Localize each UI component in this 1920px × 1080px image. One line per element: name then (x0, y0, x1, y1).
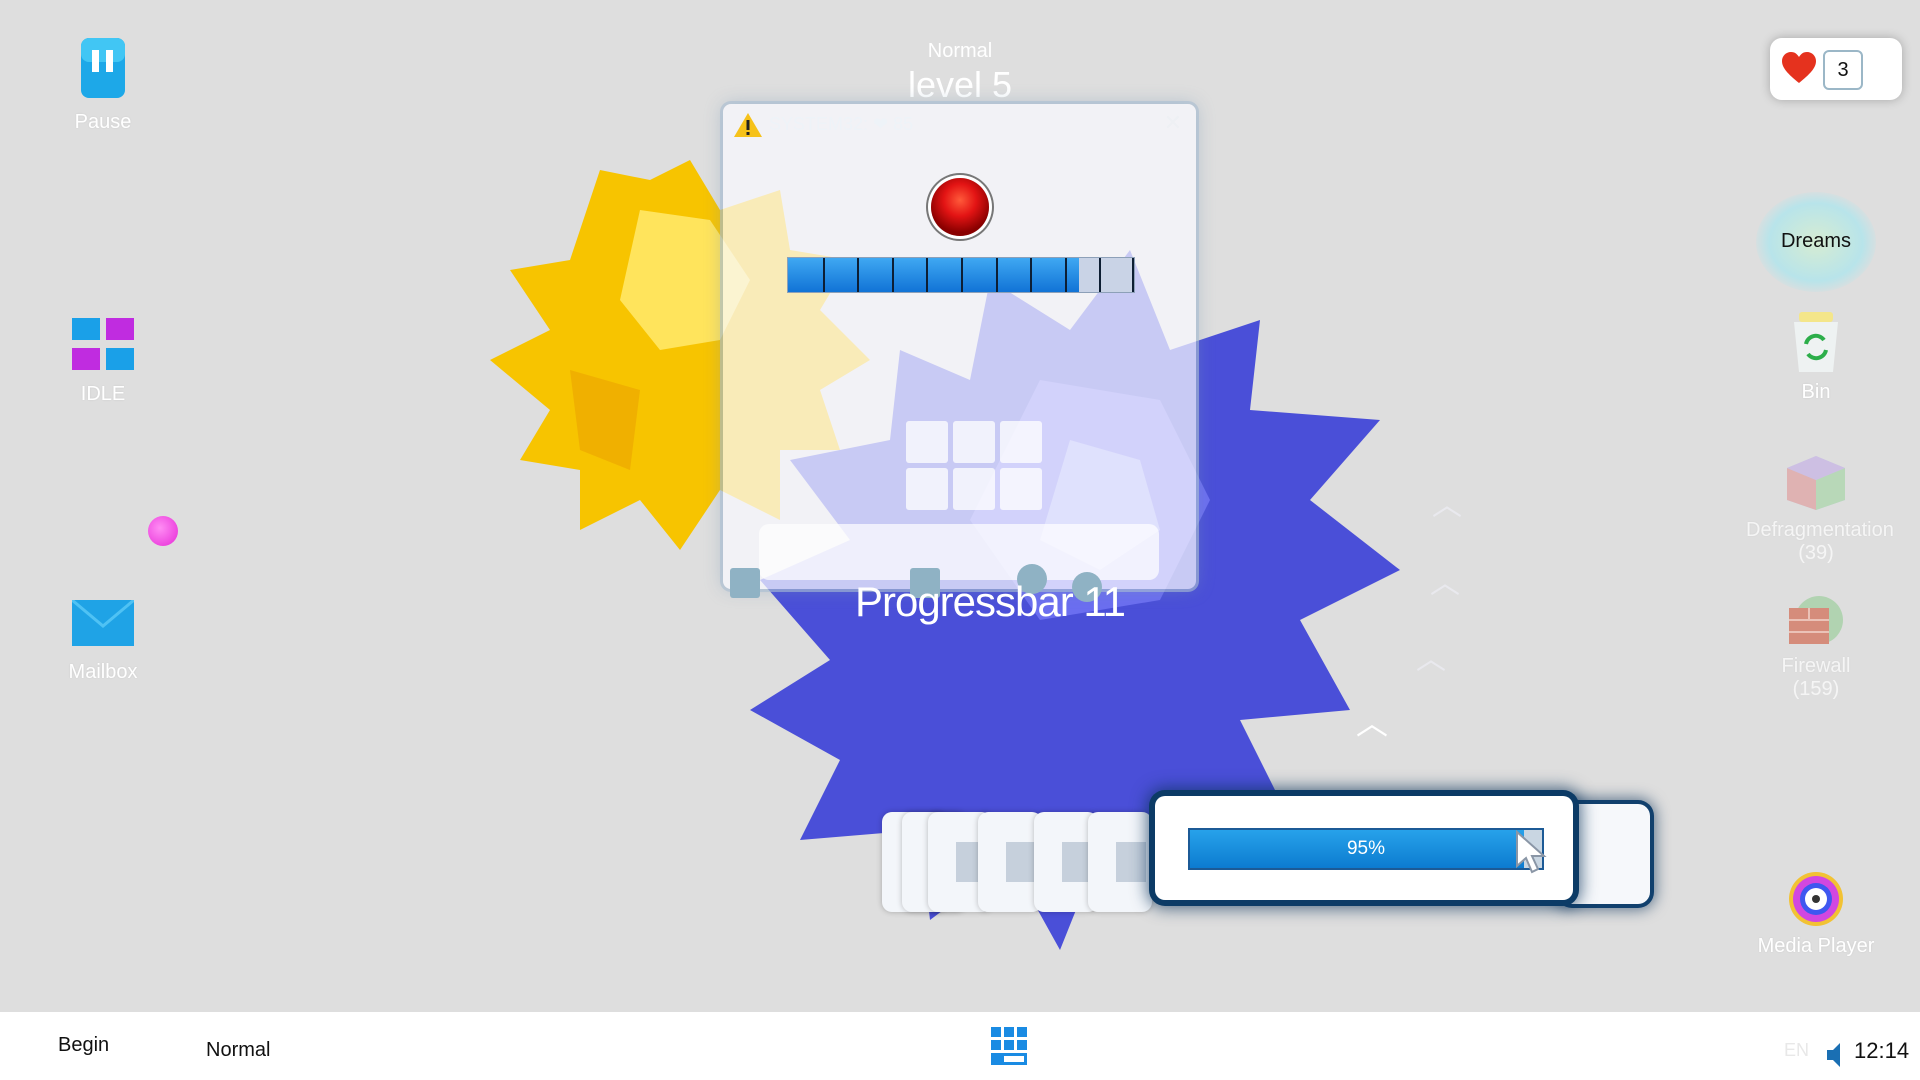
chevron-up-icon: ︿ (1416, 643, 1446, 676)
defragmentation-icon (1787, 456, 1845, 510)
progress-segment-divider (822, 258, 825, 292)
card-inner (1116, 842, 1146, 882)
window-bottom-panel (759, 524, 1159, 580)
pause-label: Pause (74, 111, 132, 133)
red-orb-icon[interactable] (931, 178, 989, 236)
bin-icon (1794, 312, 1838, 372)
chevron-up-icon: ︿ (1356, 705, 1389, 741)
mailbox-label: Mailbox (68, 661, 138, 683)
grid-cell (1000, 468, 1042, 510)
lives-counter: 3 (1770, 38, 1902, 100)
desktop-icon-media-player[interactable]: Media Player (1746, 870, 1886, 958)
desktop-icon-defragmentation[interactable]: Defragmentation (39) (1746, 454, 1894, 565)
desktop-icon-mailbox[interactable]: Mailbox (33, 598, 173, 684)
firewall-icon (1789, 596, 1843, 644)
pause-11-icon (81, 38, 125, 98)
progress-segment-divider (1099, 258, 1102, 292)
progress-segment-divider (891, 258, 894, 292)
mailbox-icon (71, 598, 135, 646)
heart-icon (1782, 52, 1816, 83)
grid-cell (1000, 421, 1042, 463)
system32-progress-bar (787, 257, 1135, 293)
language-indicator[interactable]: EN (1784, 1040, 1809, 1061)
card-stack-right (1560, 804, 1650, 904)
difficulty-label: Normal (927, 40, 993, 62)
speaker-icon[interactable] (1826, 1042, 1848, 1068)
close-button[interactable]: ✕ (1164, 110, 1182, 136)
defragmentation-count: (39) (1798, 542, 1834, 564)
system32-window[interactable]: SYSTEM32: ❤ 85 ✕ (723, 104, 1196, 589)
media-player-label: Media Player (1757, 935, 1875, 957)
bin-label: Bin (1801, 381, 1831, 403)
dreams-label: Dreams (1780, 230, 1851, 252)
progress-segment-divider (926, 258, 929, 292)
game-title: Progressbar 11 (854, 578, 1126, 625)
mouse-cursor-icon (1516, 830, 1547, 874)
level-title: level 5 (907, 64, 1013, 105)
desktop-icon-idle[interactable]: IDLE (33, 314, 173, 406)
progress-segment-divider (961, 258, 963, 292)
progress-segment-divider (1132, 258, 1134, 292)
progress-segment-divider (857, 258, 860, 292)
defragmentation-label: Defragmentation (1746, 519, 1894, 541)
idle-monitors-icon (72, 318, 134, 370)
desktop-icon-bin[interactable]: Bin (1746, 312, 1886, 404)
card-inner (1006, 842, 1036, 882)
begin-button[interactable]: Begin (58, 1034, 109, 1057)
desktop-icon-firewall[interactable]: Firewall (159) (1746, 594, 1886, 701)
progress-segment-divider (1030, 258, 1033, 292)
desktop-icon-pause[interactable]: Pause (33, 36, 173, 134)
drag-progress-card[interactable]: 95% (1155, 796, 1573, 900)
grid-cell (906, 468, 948, 510)
stacked-card (1088, 812, 1152, 912)
chevron-up-icon: ︿ (1430, 567, 1460, 600)
grid-cell (906, 421, 948, 463)
idle-label: IDLE (80, 383, 126, 405)
pink-bubble[interactable] (148, 516, 178, 546)
warning-icon (734, 113, 762, 137)
drag-progress-label: 95% (1346, 838, 1386, 859)
drag-progress-bar[interactable]: 95% (1188, 828, 1544, 870)
media-player-icon (1789, 872, 1843, 926)
taskbar-mode-label: Normal (206, 1039, 271, 1061)
firewall-count: (159) (1792, 678, 1840, 700)
progress-segment-divider (1064, 258, 1067, 292)
grid-cell (953, 421, 995, 463)
progress-segment-divider (995, 258, 998, 292)
lives-count: 3 (1823, 50, 1863, 90)
stacked-card (978, 812, 1042, 912)
clock: 12:14 (1854, 1038, 1910, 1063)
firewall-label: Firewall (1781, 655, 1851, 677)
grid-cell (953, 468, 995, 510)
falling-block[interactable] (730, 568, 760, 598)
start-windows-icon[interactable] (990, 1026, 1028, 1066)
taskbar: Begin Normal EN 12:14 (0, 1012, 1920, 1080)
progress-fill (788, 258, 1079, 292)
window-title: SYSTEM32: ❤ 85 (769, 114, 914, 134)
chevron-up-icon: ︿ (1432, 489, 1462, 522)
